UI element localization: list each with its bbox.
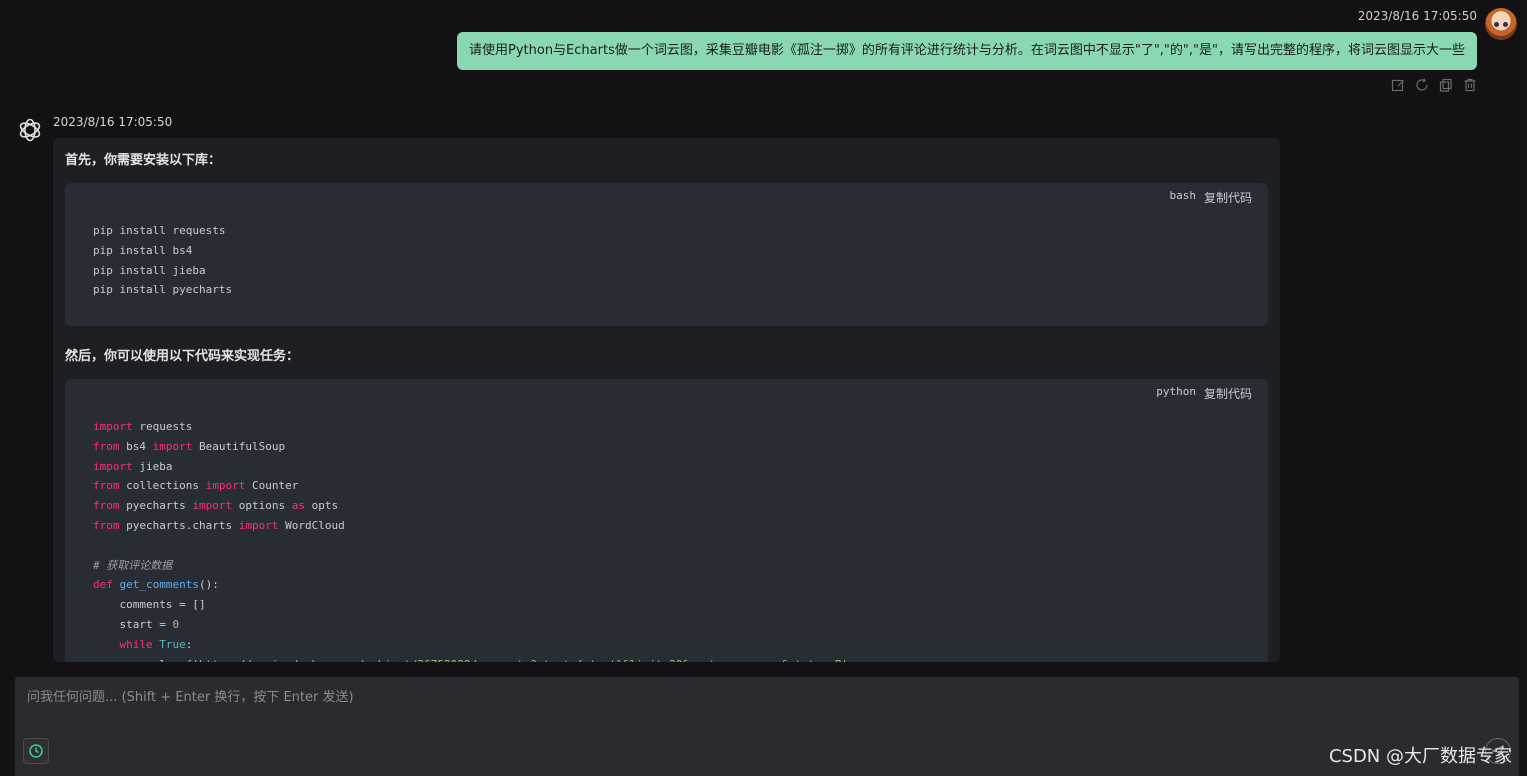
history-icon [29, 744, 43, 758]
middle-text: 然后，你可以使用以下代码来实现任务： [65, 349, 300, 364]
code-line: from collections import Counter [93, 479, 299, 493]
code-line: pip install jieba [93, 263, 206, 277]
watermark: CSDN @大厂数据专家 [1328, 746, 1512, 767]
code-line: pip install requests [93, 224, 226, 237]
code-line: import jieba [93, 459, 173, 473]
intro-text: 首先，你需要安装以下库： [65, 153, 222, 168]
message-actions [1391, 78, 1477, 92]
edit-icon[interactable] [1391, 78, 1405, 92]
code-lines: import requests from bs4 import Beautiful… [93, 417, 848, 662]
assistant-logo-icon [19, 118, 41, 142]
user-message-bubble: 请使用Python与Echarts做一个词云图，采集豆瓣电影《孤注一掷》的所有评… [457, 32, 1477, 70]
code-language-label: python [1156, 385, 1196, 398]
code-line: while True: [119, 637, 193, 651]
refresh-icon[interactable] [1415, 78, 1429, 92]
chat-input-area [15, 677, 1519, 776]
code-block-bash: bash 复制代码 pip install requests pip insta… [65, 183, 1268, 326]
copy-code-button[interactable]: 复制代码 [1204, 189, 1252, 206]
code-line: comments = [] [93, 598, 206, 612]
code-lines: pip install requests pip install bs4 pip… [93, 221, 232, 300]
code-line: # 获取评论数据 [93, 558, 173, 572]
code-block-python: python 复制代码 import requests from bs4 impo… [65, 379, 1268, 662]
code-line: pip install bs4 [93, 243, 193, 257]
code-line: from pyecharts import options as opts [93, 499, 339, 513]
user-avatar [1485, 8, 1517, 40]
user-message-timestamp: 2023/8/16 17:05:50 [1357, 9, 1477, 23]
code-line: import requests [93, 420, 193, 433]
assistant-message-timestamp: 2023/8/16 17:05:50 [53, 115, 173, 129]
code-line: from bs4 import BeautifulSoup [93, 439, 286, 453]
code-line: start = 0 [93, 617, 180, 631]
copy-icon[interactable] [1439, 78, 1453, 92]
code-line: url = f'https://movie.douban.com/subject… [93, 655, 848, 662]
delete-icon[interactable] [1463, 78, 1477, 92]
assistant-message-card: 首先，你需要安装以下库： bash 复制代码 pip install reque… [53, 138, 1280, 662]
code-line: def get_comments(): [93, 578, 219, 592]
code-line: pip install pyecharts [93, 283, 233, 297]
code-line: from pyecharts.charts import WordCloud [93, 518, 345, 532]
copy-code-button[interactable]: 复制代码 [1204, 385, 1252, 402]
chat-input[interactable] [15, 677, 1519, 737]
code-language-label: bash [1169, 189, 1196, 202]
history-button[interactable] [23, 738, 49, 764]
